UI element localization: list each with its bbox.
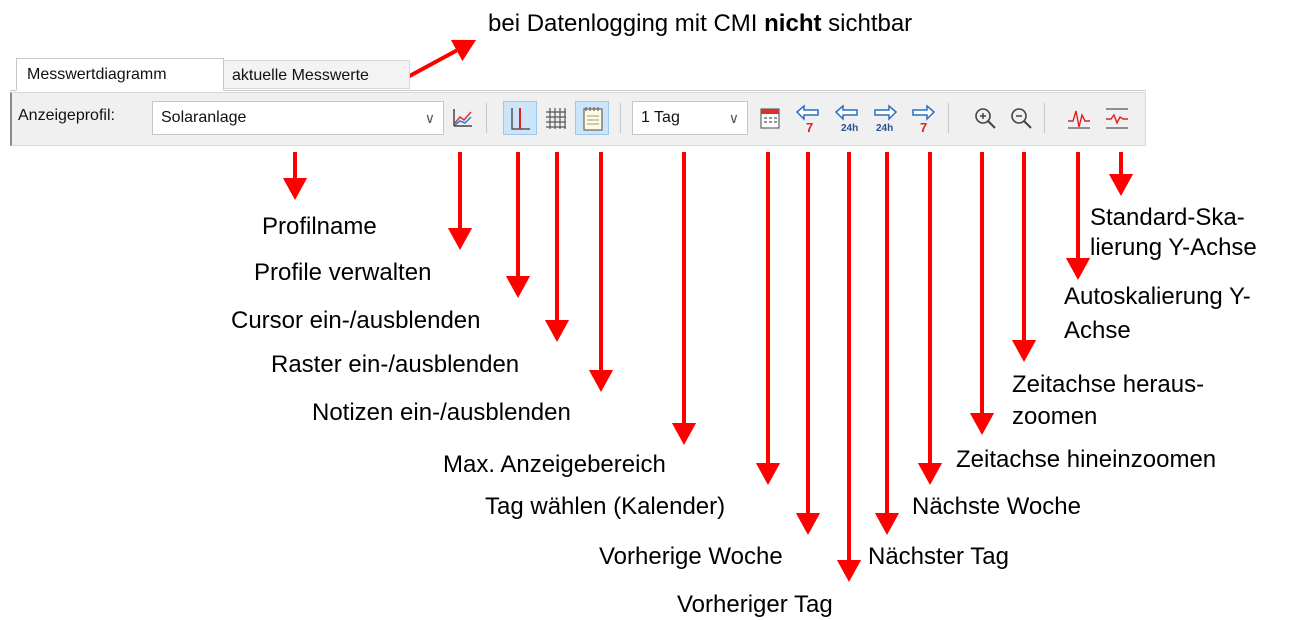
tab-aktuelle-messwerte[interactable]: aktuelle Messwerte <box>224 60 410 89</box>
label-profile-verwalten: Profile verwalten <box>254 259 432 286</box>
label-raster: Raster ein-/ausblenden <box>271 351 520 378</box>
next-day-button[interactable]: 24h <box>868 101 902 135</box>
toolbar-separator <box>486 103 487 133</box>
label-autoskalierung-2: Achse <box>1064 317 1131 344</box>
tab-messwertdiagramm[interactable]: Messwertdiagramm <box>16 58 224 91</box>
zoom-out-icon <box>1011 108 1032 129</box>
grid-icon <box>546 108 566 129</box>
label-naechste-woche: Nächste Woche <box>912 493 1081 520</box>
arrow-zeitachse-herauszoomen <box>1011 152 1037 362</box>
arrow-autoskalierung <box>1065 152 1091 280</box>
cmi-note-text: bei Datenlogging mit CMI <box>488 10 765 37</box>
label-autoskalierung: Autoskalierung Y- <box>1064 283 1251 310</box>
zoom-out-button[interactable] <box>1004 101 1038 135</box>
toolbar-separator <box>948 103 949 133</box>
label-tag-waehlen: Tag wählen (Kalender) <box>485 493 726 520</box>
label-standard-skalierung: Standard-Ska- <box>1090 204 1245 231</box>
cursor-icon <box>511 108 530 130</box>
notes-toggle-button[interactable] <box>575 101 609 135</box>
label-profilname: Profilname <box>262 213 377 240</box>
arrow-tag-waehlen <box>755 152 781 485</box>
label-zeitachse-herauszoomen-2: zoomen <box>1012 403 1098 430</box>
cmi-note: bei Datenlogging mit CMI nicht sichtbar <box>488 10 912 38</box>
arrow-standard-skalierung <box>1108 152 1134 196</box>
label-vorherige-woche: Vorherige Woche <box>599 543 783 570</box>
tab-bar: Messwertdiagramm aktuelle Messwerte <box>10 58 1146 91</box>
previous-week-button[interactable]: 7 <box>791 101 825 135</box>
calendar-button[interactable] <box>753 101 787 135</box>
arrow-naechster-tag <box>874 152 900 535</box>
label-standard-skalierung-2: lierung Y-Achse <box>1090 234 1257 261</box>
calendar-icon <box>760 108 780 129</box>
arrow-profile-verwalten <box>447 152 473 250</box>
label-naechster-tag: Nächster Tag <box>868 543 1009 570</box>
svg-text:24h: 24h <box>876 123 893 134</box>
toolbar-separator <box>620 103 621 133</box>
svg-text:7: 7 <box>806 120 813 135</box>
grid-toggle-button[interactable] <box>539 101 573 135</box>
toolbar: Anzeigeprofil: Solaranlage ∨ 1 Tag ∨ 7 2… <box>10 92 1146 146</box>
chevron-down-icon: ∨ <box>424 110 435 126</box>
autoscale-button[interactable] <box>1062 101 1096 135</box>
zoom-in-button[interactable] <box>968 101 1002 135</box>
next-day-icon: 24h <box>874 104 898 134</box>
previous-week-icon: 7 <box>795 104 819 135</box>
profile-select[interactable]: Solaranlage ∨ <box>152 101 444 135</box>
chevron-down-icon: ∨ <box>728 110 739 126</box>
label-notizen: Notizen ein-/ausblenden <box>312 399 571 426</box>
arrow-vorherige-woche <box>795 152 821 535</box>
label-cursor: Cursor ein-/ausblenden <box>231 307 481 334</box>
arrow-naechste-woche <box>917 152 943 485</box>
arrow-vorheriger-tag <box>836 152 862 582</box>
label-zeitachse-hineinzoomen: Zeitachse hineinzoomen <box>956 446 1217 473</box>
label-zeitachse-herauszoomen: Zeitachse heraus- <box>1012 371 1205 398</box>
arrow-max-anzeigebereich <box>671 152 697 445</box>
arrow-cursor <box>505 152 531 298</box>
standard-scale-button[interactable] <box>1100 101 1134 135</box>
profile-chart-icon <box>453 109 472 127</box>
autoscale-icon <box>1068 110 1090 129</box>
range-select-value: 1 Tag <box>641 109 680 126</box>
svg-text:24h: 24h <box>841 123 858 134</box>
next-week-icon: 7 <box>912 104 936 135</box>
cmi-note-bold: nicht <box>764 10 822 37</box>
toolbar-separator <box>1044 103 1045 133</box>
cmi-note-text-end: sichtbar <box>821 10 913 37</box>
arrow-profilname <box>282 152 308 200</box>
arrow-zeitachse-hineinzoomen <box>969 152 995 435</box>
manage-profiles-button[interactable] <box>446 101 480 135</box>
next-week-button[interactable]: 7 <box>906 101 940 135</box>
profile-select-value: Solaranlage <box>161 109 247 126</box>
previous-day-icon: 24h <box>834 104 858 134</box>
notes-icon <box>583 107 603 131</box>
label-max-anzeigebereich: Max. Anzeigebereich <box>443 451 666 478</box>
arrow-notizen <box>588 152 614 392</box>
cursor-toggle-button[interactable] <box>503 101 537 135</box>
profile-label: Anzeigeprofil: <box>18 107 115 124</box>
standard-scale-icon <box>1106 108 1128 129</box>
range-select[interactable]: 1 Tag ∨ <box>632 101 748 135</box>
arrow-raster <box>544 152 570 342</box>
zoom-in-icon <box>975 108 996 129</box>
label-vorheriger-tag: Vorheriger Tag <box>677 591 833 618</box>
svg-text:7: 7 <box>920 120 927 135</box>
previous-day-button[interactable]: 24h <box>830 101 864 135</box>
